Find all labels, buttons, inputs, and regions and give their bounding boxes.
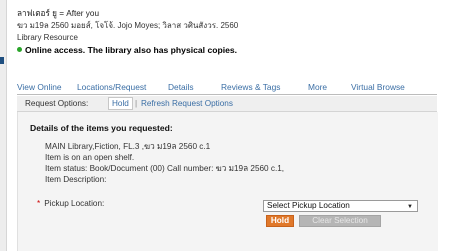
required-marker: * xyxy=(37,199,41,208)
record-summary: ลาฟเตอร์ ยู = After you ฆว ม19ล 2560 มอย… xyxy=(17,8,437,57)
edge-marker xyxy=(0,57,4,64)
tab-more[interactable]: More xyxy=(308,82,327,92)
tab-reviews-tags[interactable]: Reviews & Tags xyxy=(221,82,280,92)
caret-down-icon: ▼ xyxy=(407,204,413,210)
tabs-divider xyxy=(17,94,437,95)
record-title[interactable]: ลาฟเตอร์ ยู = After you xyxy=(17,8,437,20)
pickup-location-row: * Pickup Location: xyxy=(37,199,104,208)
options-separator: | xyxy=(135,99,138,108)
item-location: MAIN Library,Fiction, FL.3 ,ฆว ม19ล 2560… xyxy=(45,142,211,151)
page-edge xyxy=(0,0,7,251)
hold-button[interactable]: Hold xyxy=(266,215,294,227)
pickup-location-select[interactable]: Select Pickup Location ▼ xyxy=(263,200,418,212)
item-status: Item status: Book/Document (00) Call num… xyxy=(45,164,285,173)
tab-locations-request[interactable]: Locations/Request xyxy=(77,82,146,92)
pickup-location-selected: Select Pickup Location xyxy=(267,201,350,210)
pickup-location-label: Pickup Location: xyxy=(44,199,105,208)
green-dot-icon xyxy=(17,47,22,52)
refresh-request-options-link[interactable]: Refresh Request Options xyxy=(141,99,233,108)
tab-view-online[interactable]: View Online xyxy=(17,82,62,92)
clear-selection-button[interactable]: Clear Selection xyxy=(299,215,381,227)
availability-status: Online access. The library also has phys… xyxy=(17,44,437,57)
hold-option-link[interactable]: Hold xyxy=(108,97,133,110)
record-tabs: View Online Locations/Request Details Re… xyxy=(17,80,437,93)
item-details: MAIN Library,Fiction, FL.3 ,ฆว ม19ล 2560… xyxy=(45,141,425,185)
request-options-label: Request Options: xyxy=(25,99,89,108)
item-shelf-note: Item is on an open shelf. xyxy=(45,153,135,162)
details-heading: Details of the items you requested: xyxy=(30,123,173,133)
availability-text: Online access. The library also has phys… xyxy=(25,45,238,55)
tab-details[interactable]: Details xyxy=(168,82,194,92)
tab-virtual-browse[interactable]: Virtual Browse xyxy=(351,82,405,92)
record-publication: ฆว ม19ล 2560 มอยส์, โจโจ้. Jojo Moyes; ว… xyxy=(17,21,239,30)
item-description: Item Description: xyxy=(45,175,107,184)
record-format: Library Resource xyxy=(17,33,78,42)
request-options-bar: Request Options: Hold | Refresh Request … xyxy=(17,96,437,112)
